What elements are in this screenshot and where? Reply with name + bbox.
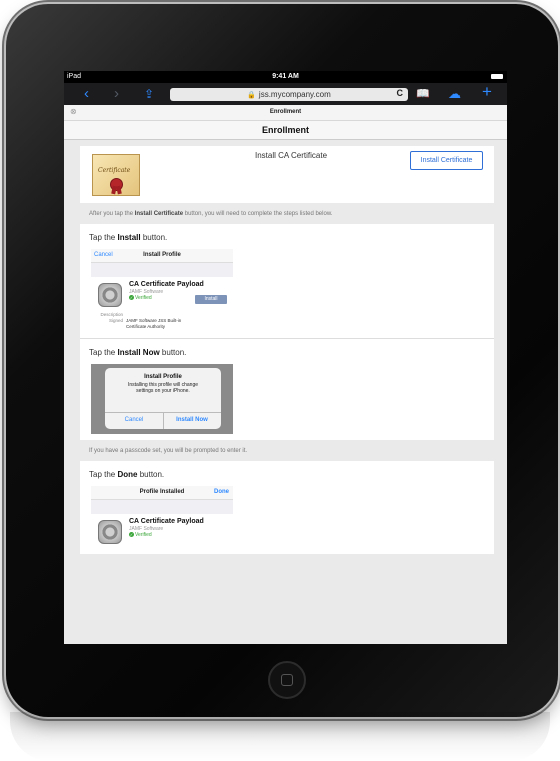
install-certificate-button[interactable]: Install Certificate (410, 151, 483, 170)
certificate-title: Install CA Certificate (255, 151, 328, 160)
install-now-screenshot: Install Profile Installing this profile … (91, 364, 233, 434)
settings-gear-icon (98, 283, 122, 307)
signed-value: Certificate Authority (126, 324, 166, 329)
step-bold: Install Now (117, 348, 160, 357)
check-icon: ✓ (129, 295, 134, 300)
home-icon (281, 674, 293, 686)
address-bar[interactable]: 🔒 jss.mycompany.com C (170, 88, 408, 101)
check-icon: ✓ (129, 532, 134, 537)
shot-spacer (91, 263, 233, 277)
steps-card: Tap the Install button. Cancel Install P… (80, 224, 494, 440)
profile-row: CA Certificate Payload JAMF Software ✓ Ve… (91, 514, 233, 544)
done-card: Tap the Done button. Profile Installed D… (80, 461, 494, 554)
certificate-image-text: Certificate (98, 167, 131, 174)
step-text: Tap the (89, 470, 118, 479)
url-text: jss.mycompany.com (258, 90, 331, 99)
alert-buttons: Cancel Install Now (105, 412, 221, 429)
done-label: Done (214, 489, 229, 495)
profile-name: CA Certificate Payload (129, 281, 204, 288)
clock: 9:41 AM (272, 73, 299, 80)
step-text: button. (159, 348, 187, 357)
certificate-image: Certificate (92, 154, 140, 196)
step-text: button. (137, 470, 165, 479)
verified-text: Verified (135, 532, 152, 538)
battery-icon (491, 74, 503, 79)
tab-bar: ⊗ Enrollment (64, 105, 507, 121)
alert-message: Installing this profile will change setti… (105, 380, 221, 394)
step-2-title: Tap the Install Now button. (80, 339, 494, 357)
settings-gear-icon (98, 520, 122, 544)
page-content: Certificate Install CA Certificate Insta… (64, 140, 507, 554)
profile-details: Description Signed JAMF Software JSS Buil… (91, 307, 233, 330)
certificate-card: Certificate Install CA Certificate Insta… (80, 146, 494, 203)
note-bold: Install Certificate (134, 211, 184, 217)
shot-spacer (91, 500, 233, 514)
step-text: Tap the (89, 348, 118, 357)
step-text: button. (140, 233, 168, 242)
bookmarks-icon[interactable]: 📖 (416, 85, 430, 103)
device-reflection (10, 712, 550, 761)
note-text: After you tap the (89, 211, 135, 217)
signed-value: JAMF Software JSS Built-in (126, 318, 182, 323)
step-3-title: Tap the Done button. (80, 461, 494, 479)
instructions-note: After you tap the Install Certificate bu… (80, 203, 494, 224)
profile-installed-screenshot: Profile Installed Done CA Certificate Pa… (91, 486, 233, 544)
close-tab-icon[interactable]: ⊗ (70, 107, 77, 116)
alert-cancel-label: Cancel (124, 417, 144, 423)
note-text: button, you will need to complete the st… (183, 211, 333, 217)
profile-name: CA Certificate Payload (129, 518, 204, 525)
shot-nav-bar: Profile Installed Done (91, 486, 233, 500)
shot-title: Install Profile (143, 252, 181, 258)
install-alert: Install Profile Installing this profile … (105, 368, 221, 429)
lock-icon: 🔒 (247, 91, 256, 99)
verified-label: ✓ Verified (129, 532, 152, 538)
forward-icon[interactable]: › (114, 85, 119, 103)
install-label: Install (195, 295, 227, 304)
browser-toolbar: ‹ › ⇪ 🔒 jss.mycompany.com C 📖 ☁ + (64, 83, 507, 105)
install-profile-screenshot: Cancel Install Profile CA Certificate Pa… (91, 249, 233, 330)
step-1-title: Tap the Install button. (80, 224, 494, 242)
reload-icon[interactable]: C (397, 88, 404, 98)
alert-title: Install Profile (144, 374, 182, 380)
page-title: Enrollment (64, 121, 507, 140)
tab-title[interactable]: Enrollment (64, 105, 507, 120)
share-icon[interactable]: ⇪ (144, 85, 154, 103)
profile-row: CA Certificate Payload JAMF Software ✓ Ve… (91, 277, 233, 307)
shot-title: Profile Installed (139, 489, 185, 495)
status-bar: iPad 9:41 AM (64, 71, 507, 83)
passcode-note: If you have a passcode set, you will be … (89, 448, 248, 454)
new-tab-icon[interactable]: + (482, 83, 492, 101)
back-icon[interactable]: ‹ (84, 85, 89, 103)
step-bold: Done (117, 470, 138, 479)
alert-message-line: settings on your iPhone. (136, 388, 190, 394)
shot-nav-bar: Cancel Install Profile (91, 249, 233, 263)
cloud-tabs-icon[interactable]: ☁ (448, 85, 461, 103)
step-bold: Install (117, 233, 141, 242)
home-button[interactable] (268, 661, 306, 699)
verified-label: ✓ Verified (129, 295, 152, 301)
step-text: Tap the (89, 233, 118, 242)
verified-text: Verified (135, 295, 152, 301)
alert-install-now-label: Install Now (176, 417, 208, 423)
ipad-screen: iPad 9:41 AM ‹ › ⇪ 🔒 jss.mycompany.com C… (64, 71, 507, 644)
